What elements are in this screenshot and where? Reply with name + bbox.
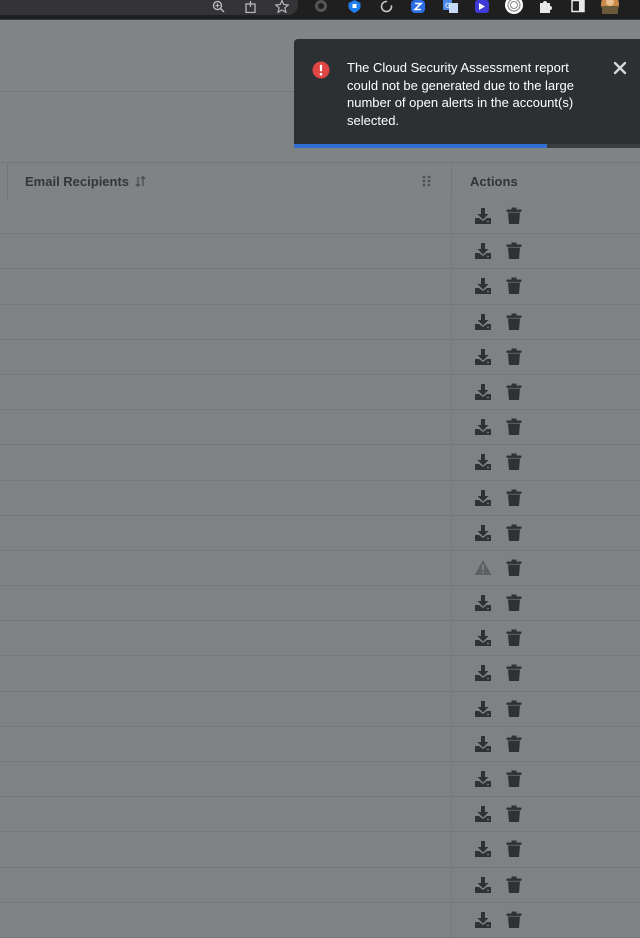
table-row: [0, 199, 640, 235]
table-header: Email Recipients Actions: [0, 162, 640, 200]
trash-icon[interactable]: [506, 551, 522, 585]
share-icon[interactable]: [243, 0, 257, 13]
extension-shield-icon[interactable]: [346, 0, 362, 13]
download-icon[interactable]: [474, 903, 492, 937]
profile-avatar-icon[interactable]: [599, 0, 621, 14]
page-content: Email Recipients Actions: [0, 20, 640, 938]
trash-icon[interactable]: [506, 727, 522, 761]
column-header-actions-label: Actions: [470, 173, 518, 189]
table-row: [0, 269, 640, 305]
toast-message: The Cloud Security Assessment report cou…: [347, 60, 574, 128]
table-row: [0, 515, 640, 551]
zoom-icon[interactable]: [210, 0, 226, 13]
trash-icon[interactable]: [506, 199, 522, 233]
extension-refresh-icon[interactable]: [378, 0, 394, 13]
table-row: [0, 234, 640, 270]
column-divider: [451, 162, 452, 937]
table-row: [0, 691, 640, 727]
sort-icon[interactable]: [135, 175, 146, 187]
column-header-email-recipients[interactable]: Email Recipients: [25, 163, 146, 199]
download-icon[interactable]: [474, 269, 492, 303]
table-row: [0, 726, 640, 762]
table-body: [0, 199, 640, 938]
download-icon[interactable]: [474, 481, 492, 515]
close-icon[interactable]: [612, 60, 628, 76]
warning-icon: [474, 551, 492, 585]
table-row: [0, 656, 640, 692]
table-row: [0, 867, 640, 903]
table-row: [0, 445, 640, 481]
table-row: [0, 832, 640, 868]
table-row: [0, 550, 640, 587]
extension-blue-z-icon[interactable]: [410, 0, 426, 13]
trash-icon[interactable]: [506, 234, 522, 268]
table-row: [0, 902, 640, 938]
browser-toolbar: G: [0, 0, 640, 20]
download-icon[interactable]: [474, 234, 492, 268]
download-icon[interactable]: [474, 727, 492, 761]
download-icon[interactable]: [474, 621, 492, 655]
trash-icon[interactable]: [506, 656, 522, 690]
download-icon[interactable]: [474, 832, 492, 866]
trash-icon[interactable]: [506, 868, 522, 902]
trash-icon[interactable]: [506, 621, 522, 655]
side-panel-icon[interactable]: [570, 0, 586, 13]
table-row: [0, 586, 640, 622]
download-icon[interactable]: [474, 656, 492, 690]
trash-icon[interactable]: [506, 903, 522, 937]
column-header-actions: Actions: [470, 163, 518, 199]
extension-dark-icon[interactable]: [313, 0, 329, 13]
extensions-puzzle-icon[interactable]: [538, 0, 554, 13]
download-icon[interactable]: [474, 445, 492, 479]
download-icon[interactable]: [474, 692, 492, 726]
table-row: [0, 304, 640, 340]
bookmark-star-icon[interactable]: [274, 0, 290, 13]
download-icon[interactable]: [474, 797, 492, 831]
trash-icon[interactable]: [506, 340, 522, 374]
table-row: [0, 762, 640, 798]
table-row: [0, 374, 640, 411]
table-row: [0, 410, 640, 446]
toast-progress-bar: [294, 144, 547, 148]
download-icon[interactable]: [474, 516, 492, 550]
trash-icon[interactable]: [506, 516, 522, 550]
download-icon[interactable]: [474, 762, 492, 796]
trash-icon[interactable]: [506, 692, 522, 726]
extension-circle-icon[interactable]: [504, 0, 524, 14]
column-divider: [7, 162, 8, 199]
address-bar[interactable]: [0, 0, 298, 15]
download-icon[interactable]: [474, 586, 492, 620]
trash-icon[interactable]: [506, 797, 522, 831]
trash-icon[interactable]: [506, 762, 522, 796]
trash-icon[interactable]: [506, 410, 522, 444]
trash-icon[interactable]: [506, 305, 522, 339]
table-row: [0, 339, 640, 375]
toast-progress-track: [294, 144, 640, 148]
svg-text:G: G: [445, 2, 450, 10]
trash-icon[interactable]: [506, 832, 522, 866]
trash-icon[interactable]: [506, 586, 522, 620]
download-icon[interactable]: [474, 868, 492, 902]
error-toast: The Cloud Security Assessment report cou…: [294, 39, 640, 148]
column-drag-handle-icon[interactable]: [421, 174, 433, 188]
download-icon[interactable]: [474, 340, 492, 374]
table-row: [0, 621, 640, 657]
trash-icon[interactable]: [506, 481, 522, 515]
table-row: [0, 480, 640, 516]
column-header-email-recipients-label: Email Recipients: [25, 173, 130, 189]
trash-icon[interactable]: [506, 375, 522, 409]
trash-icon[interactable]: [506, 269, 522, 303]
alert-circle-icon: [312, 61, 330, 79]
extension-purple-icon[interactable]: [474, 0, 490, 13]
trash-icon[interactable]: [506, 445, 522, 479]
extension-translate-icon[interactable]: G: [442, 0, 458, 13]
download-icon[interactable]: [474, 305, 492, 339]
download-icon[interactable]: [474, 375, 492, 409]
download-icon[interactable]: [474, 410, 492, 444]
table-row: [0, 797, 640, 833]
download-icon[interactable]: [474, 199, 492, 233]
